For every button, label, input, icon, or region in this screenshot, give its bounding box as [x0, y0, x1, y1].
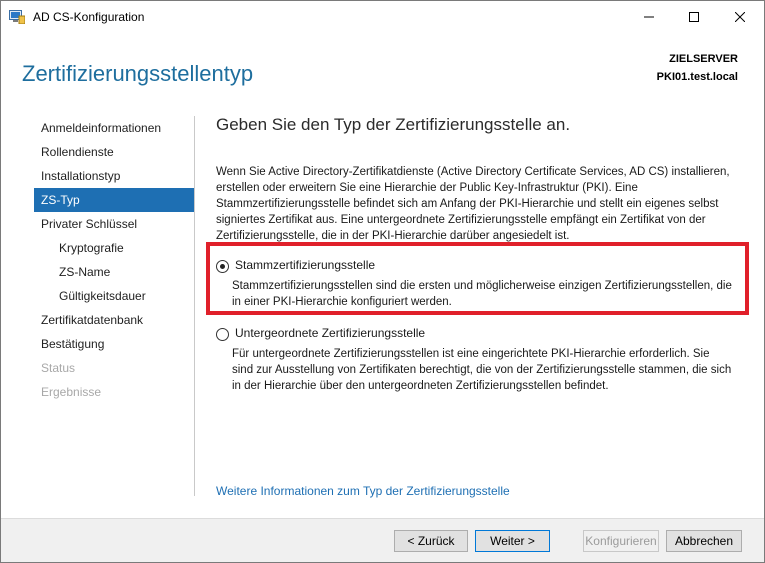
back-button[interactable]: < Zurück: [394, 530, 468, 552]
option-subordinate-ca-label[interactable]: Untergeordnete Zertifizierungsstelle: [235, 326, 425, 340]
ad-cs-config-window: AD CS-Konfiguration Zertifizierungsstell…: [0, 0, 765, 563]
server-manager-icon: [9, 10, 26, 25]
nav-item-zertifikatdatenbank[interactable]: Zertifikatdatenbank: [34, 308, 194, 332]
nav-item-privater-schluessel[interactable]: Privater Schlüssel: [34, 212, 194, 236]
nav-item-anmeldeinformationen[interactable]: Anmeldeinformationen: [34, 116, 194, 140]
close-button[interactable]: [717, 1, 763, 33]
option-root-ca-description: Stammzertifizierungsstellen sind die ers…: [232, 280, 732, 308]
configure-button: Konfigurieren: [583, 530, 659, 552]
intro-text: Wenn Sie Active Directory-Zertifikatdien…: [216, 166, 730, 242]
nav-item-installationstyp[interactable]: Installationstyp: [34, 164, 194, 188]
radio-subordinate-ca[interactable]: [216, 328, 229, 341]
close-icon: [735, 12, 745, 22]
target-server-label: ZIELSERVER: [669, 53, 738, 65]
nav-item-ergebnisse: Ergebnisse: [41, 385, 102, 399]
option-subordinate-ca-description: Für untergeordnete Zertifizierungsstelle…: [232, 348, 732, 392]
nav-item-zs-name[interactable]: ZS-Name: [34, 260, 194, 284]
cancel-button[interactable]: Abbrechen: [666, 530, 742, 552]
nav-item-bestaetigung[interactable]: Bestätigung: [34, 332, 194, 356]
more-info-link[interactable]: Weitere Informationen zum Typ der Zertif…: [216, 484, 510, 498]
nav-item-status: Status: [41, 361, 76, 375]
nav-item-kryptografie[interactable]: Kryptografie: [34, 236, 194, 260]
window-title: AD CS-Konfiguration: [33, 10, 145, 24]
page-title: Zertifizierungsstellentyp: [22, 61, 254, 86]
sidebar-divider: [194, 116, 195, 496]
section-heading: Geben Sie den Typ der Zertifizierungsste…: [216, 115, 571, 134]
nav-item-gueltigkeitsdauer[interactable]: Gültigkeitsdauer: [34, 284, 194, 308]
maximize-button[interactable]: [671, 1, 717, 33]
button-bar: < Zurück Weiter > Konfigurieren Abbreche…: [1, 518, 764, 562]
title-bar: AD CS-Konfiguration: [1, 1, 764, 33]
target-server-value: PKI01.test.local: [656, 71, 738, 83]
maximize-icon: [689, 12, 699, 22]
wizard-navigation: Anmeldeinformationen Rollendienste Insta…: [34, 116, 194, 404]
option-root-ca-label[interactable]: Stammzertifizierungsstelle: [235, 258, 375, 272]
minimize-icon: [644, 16, 654, 18]
minimize-button[interactable]: [626, 1, 672, 33]
radio-root-ca[interactable]: [216, 260, 229, 273]
nav-item-zs-typ[interactable]: ZS-Typ: [34, 188, 194, 212]
next-button[interactable]: Weiter >: [475, 530, 550, 552]
nav-item-rollendienste[interactable]: Rollendienste: [34, 140, 194, 164]
